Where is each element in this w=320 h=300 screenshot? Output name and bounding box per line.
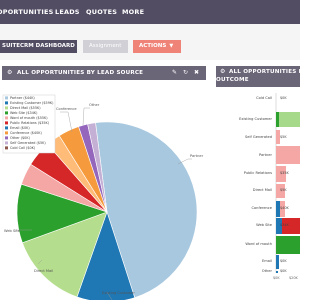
bar-partner — [276, 146, 300, 164]
outcome-row-label: Word of mouth — [245, 242, 272, 246]
outcome-row-value: $35K — [280, 171, 289, 175]
outcome-row-label: Existing Customer — [239, 117, 272, 121]
legend-item-label: Web Site ($34K) — [10, 111, 38, 115]
legend-item-label: Existing Customer ($59K) — [10, 101, 54, 105]
dashlet-title-line1: ALL OPPORTUNITIES BY — [229, 69, 307, 75]
nav-item-opportunities[interactable]: OPORTUNITIES — [0, 8, 53, 16]
bar-email — [276, 255, 279, 269]
legend-swatch — [5, 141, 8, 145]
pie-label-conference: Conference — [56, 107, 77, 111]
edit-pencil-icon[interactable]: ✎ — [172, 69, 177, 77]
legend-item-label: Self Generated ($5K) — [10, 141, 46, 145]
dashlet-title: ALL OPPORTUNITIES BY LEAD SOURCE — [17, 70, 144, 76]
legend-swatch — [5, 116, 8, 120]
tab-assignment[interactable]: Assignment — [83, 40, 128, 53]
outcome-row-label: Cold Call — [256, 96, 272, 100]
legend-item-label: Cold Call ($0K) — [10, 146, 36, 150]
outcome-row-value: $40K — [280, 206, 289, 210]
lead-source-pie-chart: Partner Existing Customer Direct Mail We… — [2, 94, 204, 300]
legend-swatch — [5, 111, 8, 115]
pie-label-partner: Partner — [190, 154, 204, 158]
outcome-row-label: Other — [262, 269, 273, 273]
legend-swatch — [5, 146, 8, 150]
outcome-row-value: $5K — [280, 188, 287, 192]
legend-item-label: Email ($0K) — [10, 126, 30, 130]
nav-item-leads[interactable]: LEADS — [55, 8, 80, 16]
outcome-row-label: Email — [262, 259, 272, 263]
bar-word-of-mouth — [276, 236, 300, 254]
outcome-row-value: $34K — [280, 223, 289, 227]
dashlet-header-outcome: ⚙ ALL OPPORTUNITIES BY OUTCOME — [216, 66, 307, 87]
legend-item-label: Direct Mail ($55K) — [10, 106, 41, 110]
dashlet-opportunities-by-outcome: ⚙ ALL OPPORTUNITIES BY OUTCOME Cold Call… — [216, 66, 307, 300]
dashlet-opportunities-by-lead-source: ⚙ ALL OPPORTUNITIES BY LEAD SOURCE ✎ ↻ ✖ — [2, 66, 206, 300]
tab-dashboard[interactable]: SUITECRM DASHBOARD — [0, 40, 77, 53]
legend-item-label: Conference ($40K) — [10, 131, 42, 135]
caret-down-icon: ▼ — [169, 43, 174, 49]
outcome-row-label: Public Relations — [244, 171, 272, 175]
legend-item-label: Partner ($44K) — [10, 96, 35, 100]
outcome-row-label: Direct Mail — [253, 188, 272, 192]
outcome-row-value: $0K — [280, 259, 287, 263]
outcome-bar-chart: Cold Call $0K Existing Customer Self Genera… — [239, 93, 300, 280]
legend-swatch — [5, 106, 8, 110]
pie-label-direct-mail: Direct Mail — [34, 269, 53, 273]
outcome-row-value: $5K — [280, 135, 287, 139]
pie-label-other: Other — [89, 103, 100, 107]
legend-swatch — [5, 136, 8, 140]
outcome-row-value: $0K — [280, 96, 287, 100]
axis-tick-0: $0K — [273, 276, 280, 280]
outcome-row-label: Self Generated — [245, 135, 272, 139]
legend-swatch — [5, 131, 8, 135]
axis-tick-20: $20K — [289, 276, 298, 280]
nav-item-more[interactable]: MORE — [122, 8, 144, 16]
legend-item-label: Other ($0K) — [10, 136, 31, 140]
legend-swatch — [5, 96, 8, 100]
legend-item-label: Word of mouth ($55K) — [10, 116, 48, 120]
bar-existing-customer-accent — [276, 112, 279, 127]
pie-label-web-site: Web Site — [4, 229, 21, 233]
actions-label: ACTIONS — [139, 43, 167, 49]
settings-icon[interactable]: ⚙ — [220, 68, 225, 76]
dashlet-header: ⚙ ALL OPPORTUNITIES BY LEAD SOURCE ✎ ↻ ✖ — [2, 66, 206, 80]
legend-swatch — [5, 126, 8, 130]
legend-swatch — [5, 121, 8, 125]
legend-swatch — [5, 101, 8, 105]
outcome-row-label: Conference — [251, 206, 272, 210]
outcome-row-label: Web Site — [256, 223, 273, 227]
settings-icon[interactable]: ⚙ — [7, 69, 12, 77]
top-nav: OPORTUNITIES LEADS QUOTES MORE — [0, 0, 300, 24]
bar-other — [276, 271, 278, 273]
close-icon[interactable]: ✖ — [194, 69, 199, 77]
nav-item-quotes[interactable]: QUOTES — [86, 8, 117, 16]
refresh-icon[interactable]: ↻ — [183, 69, 188, 77]
bar-existing-customer — [276, 112, 300, 127]
legend-item-label: Public Relations ($35K) — [10, 121, 50, 125]
outcome-row-value: $0K — [280, 269, 287, 273]
dashlet-title-line2: OUTCOME — [216, 77, 249, 83]
actions-button[interactable]: ACTIONS ▼ — [133, 40, 181, 53]
pie-label-existing-customer: Existing Customer — [102, 291, 135, 295]
outcome-row-label: Partner — [259, 153, 273, 157]
